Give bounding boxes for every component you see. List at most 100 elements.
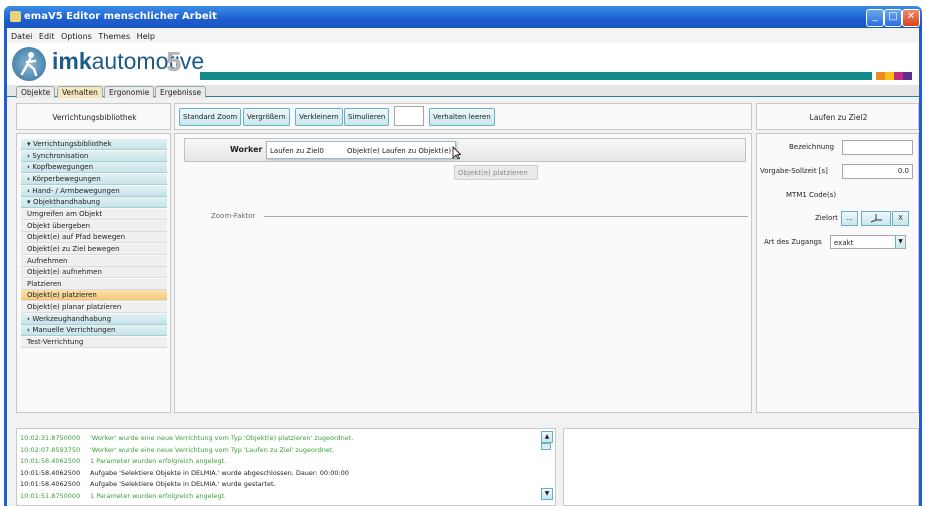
tree-leaf-item[interactable]: Objekt(e) platzieren: [21, 290, 167, 302]
zoom-out-button[interactable]: Verkleinern: [295, 108, 343, 126]
log-message: Aufgabe 'Selektiere Objekte in DELMIA.' …: [90, 480, 276, 488]
close-button[interactable]: ✕: [902, 9, 920, 27]
zoom-factor-divider: [264, 216, 748, 217]
menu-bar: Datei Edit Options Themes Help: [7, 30, 919, 43]
library-title: Verrichtungsbibliothek: [52, 113, 137, 122]
title-bar: emaV5 Editor menschlicher Arbeit _ □ ✕: [4, 6, 922, 28]
window-title: emaV5 Editor menschlicher Arbeit: [24, 11, 217, 22]
properties-title: Laufen zu Ziel2: [809, 113, 868, 122]
drag-ghost-item: Objekt(e) platzieren: [454, 165, 538, 180]
tree-item-label: Aufnehmen: [27, 256, 68, 265]
zoom-in-button[interactable]: Vergrößern: [243, 108, 290, 126]
tree-item-label: Synchronisation: [32, 151, 89, 160]
activity-laufen-zu-objekt[interactable]: Objekt(e) Laufen zu Objekt(e): [347, 147, 451, 155]
zielort-label: Zielort: [815, 214, 838, 222]
brand-swatch-magenta: [894, 72, 903, 80]
mtm-code-label: MTM1 Code(s): [786, 191, 837, 199]
secondary-log-panel: [563, 428, 919, 506]
tree-item-label: Objekt(e) auf Pfad bewegen: [27, 233, 126, 242]
chevron-down-icon[interactable]: ▼: [895, 236, 905, 248]
tree-leaf-item[interactable]: Objekt(e) planar platzieren: [21, 302, 167, 314]
tree-group-item[interactable]: ▾ Verrichtungsbibliothek: [21, 139, 167, 150]
menu-themes[interactable]: Themes: [98, 30, 130, 43]
tree-leaf-item[interactable]: Platzieren: [21, 278, 167, 290]
tree-leaf-item[interactable]: Umgreifen am Objekt: [21, 208, 167, 220]
worker-label: Worker: [230, 145, 263, 154]
tree-item-label: Körperbewegungen: [32, 174, 101, 183]
log-scrollbar-thumb[interactable]: [541, 443, 551, 450]
tree-leaf-item[interactable]: Objekt(e) auf Pfad bewegen: [21, 232, 167, 244]
tree-item-label: Test-Verrichtung: [27, 338, 84, 347]
tree-group-item[interactable]: › Werkzeughandhabung: [21, 313, 167, 325]
log-entry: 10:02:31.8750000 'Worker' wurde eine neue…: [20, 434, 353, 442]
tree-item-label: Manuelle Verrichtungen: [32, 326, 116, 335]
log-message: 1 Parameter wurden erfolgreich angelegt.: [90, 457, 227, 465]
log-message: 'Worker' wurde eine neue Verrichtung vom…: [90, 434, 354, 442]
tree-item-label: Verrichtungsbibliothek: [32, 140, 112, 148]
tree-item-label: Hand- / Armbewegungen: [32, 186, 120, 195]
tree-leaf-item[interactable]: Objekt übergeben: [21, 220, 167, 232]
zielort-browse-button[interactable]: ...: [841, 211, 858, 226]
tree-group-item[interactable]: ▾ Objekthandhabung: [21, 197, 167, 209]
log-timestamp: 10:01:58.4062500: [20, 457, 81, 465]
zielort-clear-button[interactable]: X: [892, 211, 909, 226]
zugang-label: Art des Zugangs: [764, 238, 822, 246]
tab-objekte[interactable]: Objekte: [16, 86, 56, 98]
log-entry: 10:01:58.4062500 1 Parameter wurden erfol…: [20, 457, 226, 465]
menu-edit[interactable]: Edit: [39, 30, 55, 43]
tree-group-item[interactable]: › Hand- / Armbewegungen: [21, 185, 167, 197]
activity-laufen-zu-ziel[interactable]: Laufen zu Ziel0: [270, 147, 324, 155]
tree-leaf-item[interactable]: Aufnehmen: [21, 255, 167, 267]
log-entry: 10:01:58.4062500 Aufgabe 'Selektiere Obje…: [20, 469, 349, 477]
zoom-factor-label: Zoom-Faktor: [211, 212, 256, 220]
tree-item-label: Objekt übergeben: [27, 221, 91, 230]
library-header: Verrichtungsbibliothek: [16, 103, 171, 130]
log-message: Aufgabe 'Selektiere Objekte in DELMIA.' …: [90, 468, 349, 477]
scroll-up-icon[interactable]: ▲: [541, 431, 553, 443]
tree-group-item[interactable]: › Kopfbewegungen: [21, 162, 167, 174]
tree-leaf-item[interactable]: Test-Verrichtung: [21, 337, 167, 349]
clear-behavior-button[interactable]: Verhalten leeren: [429, 108, 495, 126]
properties-header: Laufen zu Ziel2: [756, 103, 919, 130]
coordinate-axes-icon[interactable]: [861, 211, 891, 226]
tab-verhalten[interactable]: Verhalten: [57, 86, 103, 98]
log-entry: 10:02:07.8593750 'Worker' wurde eine neue…: [20, 446, 334, 454]
tree-group-item[interactable]: › Synchronisation: [21, 150, 167, 162]
log-entry: 10:01:51.8750000 1 Parameter wurden erfol…: [20, 492, 226, 500]
maximize-button[interactable]: □: [884, 9, 902, 27]
simulate-button[interactable]: Simulieren: [344, 108, 390, 126]
tree-leaf-item[interactable]: Objekt(e) zu Ziel bewegen: [21, 243, 167, 255]
menu-options[interactable]: Options: [61, 30, 92, 43]
log-timestamp: 10:01:58.4062500: [20, 468, 81, 477]
tree-item-label: Werkzeughandhabung: [32, 314, 112, 323]
tree-item-label: Umgreifen am Objekt: [27, 209, 103, 218]
tree-leaf-item[interactable]: Objekt(e) aufnehmen: [21, 267, 167, 279]
sollzeit-input[interactable]: 0.0: [842, 164, 913, 179]
minimize-button[interactable]: _: [866, 9, 884, 27]
mouse-cursor-icon: [452, 146, 462, 160]
brand-swatch-yellow: [885, 72, 894, 80]
tab-ergebnisse[interactable]: Ergebnisse: [155, 86, 207, 98]
tree-item-label: Objekthandhabung: [32, 198, 101, 207]
menu-datei[interactable]: Datei: [11, 30, 32, 43]
standard-zoom-button[interactable]: Standard Zoom: [179, 108, 242, 126]
log-entry: 10:01:58.4062500 Aufgabe 'Selektiere Obje…: [20, 480, 276, 488]
tree-item-label: Objekt(e) zu Ziel bewegen: [27, 244, 120, 253]
brand-teal-bar: [200, 72, 872, 80]
tree-item-label: Platzieren: [27, 279, 62, 288]
bezeichnung-input[interactable]: [842, 140, 913, 155]
toolbar-empty-field[interactable]: [394, 106, 424, 126]
tree-group-item[interactable]: › Körperbewegungen: [21, 173, 167, 185]
tree-group-item[interactable]: › Manuelle Verrichtungen: [21, 325, 167, 337]
brand-five-mark: 5: [166, 46, 182, 77]
sollzeit-label: Vorgabe-Sollzeit [s]: [760, 167, 828, 175]
menu-help[interactable]: Help: [137, 30, 155, 43]
scroll-down-icon[interactable]: ▼: [541, 488, 553, 500]
bezeichnung-label: Bezeichnung: [789, 143, 835, 151]
tree-item-label: Objekt(e) planar platzieren: [27, 303, 122, 312]
tree-item-label: Objekt(e) platzieren: [27, 291, 97, 300]
tree-item-label: Objekt(e) aufnehmen: [27, 268, 102, 277]
log-timestamp: 10:02:31.8750000: [20, 434, 81, 442]
log-message: 'Worker' wurde eine neue Verrichtung vom…: [90, 445, 335, 454]
tab-ergonomie[interactable]: Ergonomie: [104, 86, 155, 98]
